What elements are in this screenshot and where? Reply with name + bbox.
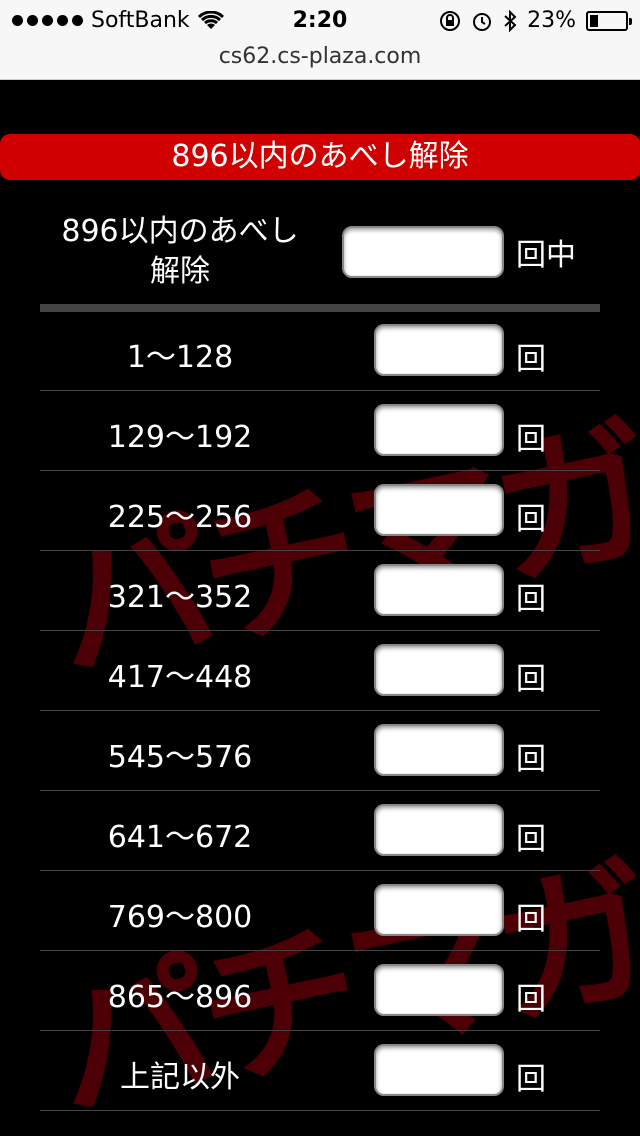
- divider: [40, 790, 600, 791]
- range-label: 865〜896: [107, 980, 253, 1015]
- range-label: 1〜128: [126, 340, 234, 375]
- divider: [40, 630, 600, 631]
- range-label: 641〜672: [107, 820, 253, 855]
- rotation-lock-icon: [440, 10, 461, 31]
- range-row: 417〜448 回: [40, 640, 600, 720]
- status-icons: 23%: [439, 8, 632, 33]
- range-label: 321〜352: [107, 580, 253, 615]
- range-label: 545〜576: [107, 740, 253, 775]
- divider: [40, 550, 600, 551]
- alarm-icon: [473, 12, 492, 31]
- range-row: 769〜800 回: [40, 880, 600, 960]
- range-unit: 回: [516, 662, 546, 697]
- range-label: 417〜448: [107, 660, 253, 695]
- range-count-input[interactable]: [374, 324, 504, 376]
- range-count-input[interactable]: [374, 404, 504, 456]
- range-count-input[interactable]: [374, 804, 504, 856]
- range-unit: 回: [516, 982, 546, 1017]
- section-title: 896以内のあべし解除: [0, 134, 640, 180]
- range-count-input[interactable]: [374, 724, 504, 776]
- range-count-input[interactable]: [374, 884, 504, 936]
- divider: [40, 1030, 600, 1031]
- divider: [40, 870, 600, 871]
- range-unit: 回: [516, 342, 546, 377]
- range-unit: 回: [516, 902, 546, 937]
- range-row: 865〜896 回: [40, 960, 600, 1040]
- status-bar: SoftBank 2:20 23%: [0, 0, 640, 40]
- range-row: 1〜128 回: [40, 320, 600, 400]
- summary-label: 896以内のあべし 解除: [61, 214, 299, 289]
- divider: [40, 390, 600, 391]
- summary-unit: 回中: [516, 238, 576, 273]
- page-content: パチマガスロマガ パチマガスロマガ 896以内のあべし解除 896以内のあべし …: [0, 80, 640, 1136]
- range-unit: 回: [516, 742, 546, 777]
- range-label: 225〜256: [107, 500, 253, 535]
- range-unit: 回: [516, 582, 546, 617]
- bluetooth-icon: [504, 9, 517, 32]
- range-count-input[interactable]: [374, 484, 504, 536]
- divider: [40, 304, 600, 312]
- battery-level: [590, 14, 598, 27]
- range-unit: 回: [516, 822, 546, 857]
- range-label: 769〜800: [107, 900, 253, 935]
- range-label: 129〜192: [107, 420, 253, 455]
- range-row: 225〜256 回: [40, 480, 600, 560]
- range-row: 545〜576 回: [40, 720, 600, 800]
- divider: [40, 950, 600, 951]
- range-row: 129〜192 回: [40, 400, 600, 480]
- range-count-input[interactable]: [374, 964, 504, 1016]
- range-label: 上記以外: [120, 1060, 240, 1095]
- range-row: 上記以外 回: [40, 1040, 600, 1120]
- divider: [40, 710, 600, 711]
- summary-count-input[interactable]: [342, 226, 504, 278]
- summary-row: 896以内のあべし 解除 回中: [40, 210, 600, 290]
- range-unit: 回: [516, 422, 546, 457]
- range-unit: 回: [516, 502, 546, 537]
- range-unit: 回: [516, 1062, 546, 1097]
- battery-percent: 23%: [527, 8, 576, 33]
- range-count-input[interactable]: [374, 644, 504, 696]
- address-bar[interactable]: cs62.cs-plaza.com: [0, 40, 640, 80]
- divider: [40, 470, 600, 471]
- range-row: 641〜672 回: [40, 800, 600, 880]
- range-count-input[interactable]: [374, 564, 504, 616]
- range-count-input[interactable]: [374, 1044, 504, 1096]
- range-row: 321〜352 回: [40, 560, 600, 640]
- battery-icon: [586, 10, 632, 31]
- divider: [40, 1110, 600, 1111]
